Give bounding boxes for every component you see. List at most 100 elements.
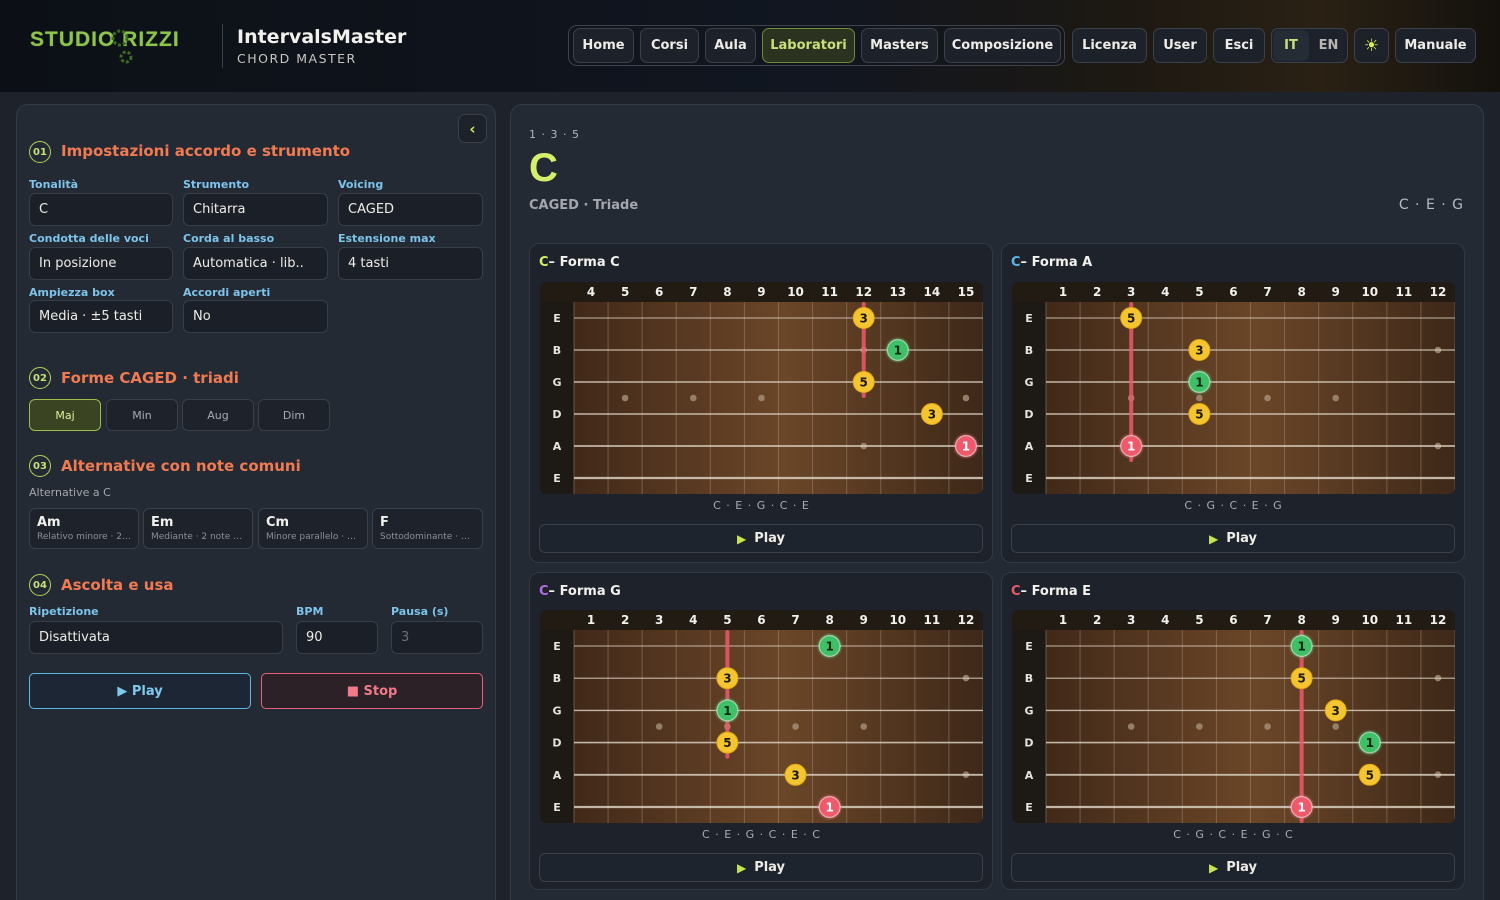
note-degree-label: 1 xyxy=(962,440,970,454)
field-label: Ripetizione xyxy=(29,605,99,618)
note-sequence: C · G · C · E · G · C xyxy=(1173,828,1294,841)
fret-number: 9 xyxy=(860,613,868,627)
pause-input[interactable]: 3 xyxy=(391,621,483,654)
inlay-dot xyxy=(621,394,629,402)
caged-shape-card: C– Forma A 1 2 3 4 5 6 7 8 9 10 11 12 E B G D A E 5 3 1 5 1 C … xyxy=(1001,243,1465,563)
alternative-chord-card[interactable]: F Sottodominante · 1 ... xyxy=(372,508,483,549)
shape-play-button[interactable]: ▶ Play xyxy=(1011,524,1455,553)
lang-it-button[interactable]: IT xyxy=(1273,30,1309,61)
note-degree-label: 3 xyxy=(791,768,799,782)
note-degree-label: 3 xyxy=(1195,344,1203,358)
fretboard-wood xyxy=(540,282,983,494)
field-label: Ampiezza box xyxy=(29,286,115,299)
nav-licenza[interactable]: Licenza xyxy=(1072,28,1147,63)
note-degree-label: 5 xyxy=(1366,768,1374,782)
string-label: D xyxy=(552,737,561,750)
fret-number: 7 xyxy=(1263,613,1271,627)
play-label: Play xyxy=(1226,531,1258,546)
voicing-select[interactable]: CAGED xyxy=(338,193,483,226)
triad-dim-toggle[interactable]: Dim xyxy=(258,399,330,431)
string-label: G xyxy=(1024,376,1033,389)
nav-user[interactable]: User xyxy=(1153,28,1207,63)
alt-chord-desc: Sottodominante · 1 ... xyxy=(380,532,475,542)
collapse-panel-button[interactable]: ‹ xyxy=(458,114,487,143)
triad-aug-toggle[interactable]: Aug xyxy=(182,399,254,431)
fret-number: 12 xyxy=(1430,285,1447,299)
max-extension-select[interactable]: 4 tasti xyxy=(338,247,483,280)
shape-form: – Forma C xyxy=(548,255,620,270)
open-chords-select[interactable]: No xyxy=(183,300,328,333)
shape-play-button[interactable]: ▶ Play xyxy=(1011,853,1455,882)
field-label: Strumento xyxy=(183,178,250,191)
triad-maj-toggle[interactable]: Maj xyxy=(29,399,101,431)
fret-number: 14 xyxy=(924,285,941,299)
inlay-dot xyxy=(962,394,970,402)
studio-logo[interactable]: STUDIO RIZZI xyxy=(30,28,180,52)
fret-number: 5 xyxy=(723,613,731,627)
bpm-input[interactable]: 90 xyxy=(296,621,378,654)
nav-laboratori[interactable]: Laboratori xyxy=(762,28,855,63)
nav-home[interactable]: Home xyxy=(573,28,634,63)
alternative-chord-card[interactable]: Cm Minore parallelo · 2 ... xyxy=(258,508,368,549)
triad-min-toggle[interactable]: Min xyxy=(106,399,178,431)
fret-number: 4 xyxy=(1161,285,1169,299)
note-degree-label: 1 xyxy=(1366,736,1374,750)
fret-number: 8 xyxy=(825,613,833,627)
inlay-dot xyxy=(689,394,697,402)
shape-title: C– Forma C xyxy=(539,255,620,270)
nav-aula[interactable]: Aula xyxy=(705,28,756,63)
play-button[interactable]: ▶ Play xyxy=(29,673,251,709)
fret-number: 5 xyxy=(1195,613,1203,627)
fretboard-diagram[interactable]: 1 2 3 4 5 6 7 8 9 10 11 12EBGDAE53151 xyxy=(1012,282,1455,494)
app-subtitle: CHORD MASTER xyxy=(237,51,357,66)
string-label: A xyxy=(1025,440,1034,453)
shape-title: C– Forma A xyxy=(1011,255,1092,270)
alternative-chord-card[interactable]: Em Mediante · 2 note c... xyxy=(143,508,253,549)
voice-leading-select[interactable]: In posizione xyxy=(29,247,173,280)
fret-number: 3 xyxy=(655,613,663,627)
note-sequence: C · G · C · E · G xyxy=(1184,499,1283,512)
app-title: IntervalsMaster xyxy=(237,26,407,48)
fretboard-diagram[interactable]: 1 2 3 4 5 6 7 8 9 10 11 12EBGDAE131531 xyxy=(540,610,983,823)
nav-corsi[interactable]: Corsi xyxy=(640,28,699,63)
inlay-dot xyxy=(1264,394,1271,402)
theme-toggle-button[interactable]: ☀ xyxy=(1354,28,1389,63)
note-degree-label: 1 xyxy=(1127,440,1135,454)
fretboard-diagram[interactable]: 1 2 3 4 5 6 7 8 9 10 11 12EBGDAE153151 xyxy=(1012,610,1455,823)
nav-masters[interactable]: Masters xyxy=(861,28,938,63)
fret-number: 2 xyxy=(621,613,629,627)
caged-shape-card: C– Forma E 1 2 3 4 5 6 7 8 9 10 11 12 E B G D A E 1 5 3 1 5 1 C… xyxy=(1001,572,1465,890)
lang-en-button[interactable]: EN xyxy=(1311,30,1346,61)
instrument-select[interactable]: Chitarra xyxy=(183,193,328,226)
string-label: B xyxy=(553,672,561,685)
alternative-chord-card[interactable]: Am Relativo minore · 2 n... xyxy=(29,508,139,549)
shape-play-button[interactable]: ▶ Play xyxy=(539,524,983,553)
note-degree-label: 3 xyxy=(723,672,731,686)
note-degree-label: 1 xyxy=(825,801,833,815)
fret-number: 12 xyxy=(958,613,975,627)
shape-play-button[interactable]: ▶ Play xyxy=(539,853,983,882)
key-select[interactable]: C xyxy=(29,193,173,226)
fret-number: 1 xyxy=(587,613,595,627)
inlay-dot xyxy=(758,394,765,402)
repeat-select[interactable]: Disattivata xyxy=(29,621,283,654)
nav-composizione[interactable]: Composizione xyxy=(944,28,1061,63)
nav-esci[interactable]: Esci xyxy=(1213,28,1265,63)
section-title: Ascolta e usa xyxy=(61,576,174,594)
fretboard-diagram[interactable]: 4 5 6 7 8 9 10 11 12 13 14 15EBGDAE31531 xyxy=(540,282,983,494)
fret-number: 1 xyxy=(1059,285,1067,299)
bass-string-select[interactable]: Automatica · lib.. xyxy=(183,247,328,280)
note-degree-label: 1 xyxy=(1195,376,1203,390)
string-label: E xyxy=(1025,640,1033,653)
box-width-select[interactable]: Media · ±5 tasti xyxy=(29,300,173,333)
fret-number: 10 xyxy=(1361,285,1378,299)
string-label: D xyxy=(1024,737,1033,750)
string-label: E xyxy=(553,312,561,325)
stop-button[interactable]: ■ Stop xyxy=(261,673,483,709)
fret-number: 9 xyxy=(1332,613,1340,627)
fret-number: 3 xyxy=(1127,613,1135,627)
section-number: 04 xyxy=(29,574,51,596)
manual-button[interactable]: Manuale xyxy=(1395,28,1476,63)
field-label: Estensione max xyxy=(338,232,436,245)
caged-shape-card: C– Forma C 4 5 6 7 8 9 10 11 12 13 14 15 E B G D A E 3 1 5 3 1… xyxy=(529,243,993,563)
